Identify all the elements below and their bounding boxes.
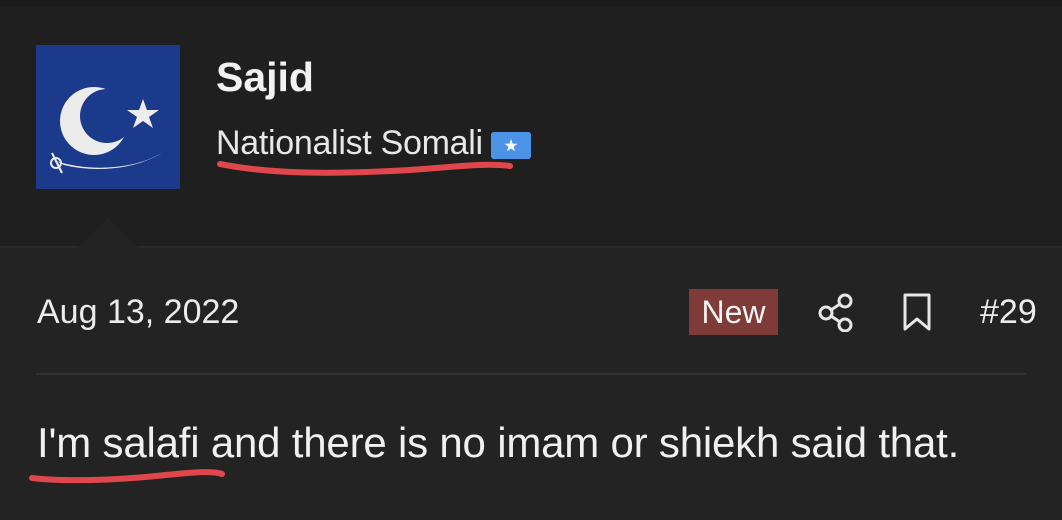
user-block-divider <box>0 246 1062 248</box>
message-pointer <box>78 218 138 248</box>
post-number-link[interactable]: #29 <box>980 292 1037 332</box>
red-annotation-underline-title <box>217 161 513 176</box>
post-date[interactable]: Aug 13, 2022 <box>37 292 239 332</box>
red-annotation-underline-message <box>29 469 225 484</box>
bookmark-icon[interactable] <box>901 292 933 332</box>
avatar[interactable] <box>36 45 180 189</box>
username[interactable]: Sajid <box>216 53 314 101</box>
post-meta-row: Aug 13, 2022 New #29 <box>0 286 1062 338</box>
new-badge: New <box>689 289 778 335</box>
meta-divider <box>36 373 1026 375</box>
forum-post: Sajid Nationalist Somali Aug 13, 2022 Ne… <box>0 0 1062 520</box>
crescent-star-sword-icon <box>36 45 180 189</box>
share-icon[interactable] <box>817 292 855 333</box>
